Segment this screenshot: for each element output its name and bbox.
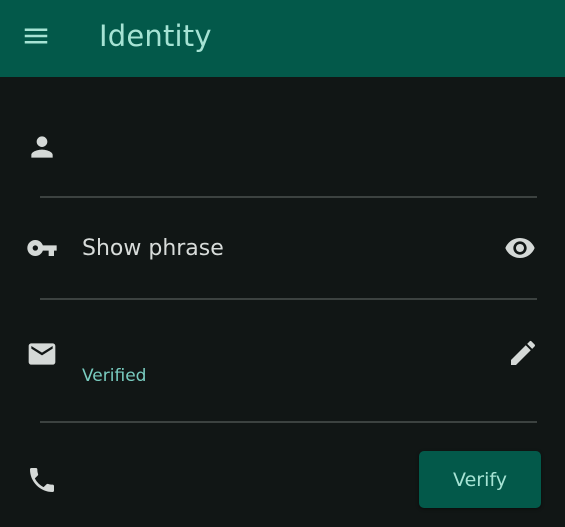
menu-icon bbox=[24, 28, 48, 44]
divider bbox=[40, 421, 537, 423]
eye-icon bbox=[505, 238, 535, 258]
menu-button[interactable] bbox=[10, 13, 62, 59]
verify-phone-button[interactable]: Verify bbox=[419, 451, 541, 508]
person-icon bbox=[26, 131, 58, 163]
show-phrase-label[interactable]: Show phrase bbox=[82, 234, 224, 264]
identity-screen: Identity Show phrase Verified Verify bbox=[0, 0, 565, 527]
mail-icon bbox=[26, 338, 58, 370]
phone-icon bbox=[26, 464, 58, 496]
app-bar: Identity bbox=[0, 0, 565, 77]
divider bbox=[40, 196, 537, 198]
email-verified-status: Verified bbox=[82, 366, 147, 386]
divider bbox=[40, 298, 537, 300]
edit-email-button[interactable] bbox=[501, 331, 545, 375]
page-title: Identity bbox=[99, 19, 212, 53]
pencil-icon bbox=[511, 340, 536, 365]
toggle-phrase-visibility-button[interactable] bbox=[498, 226, 542, 270]
key-icon bbox=[26, 232, 58, 264]
